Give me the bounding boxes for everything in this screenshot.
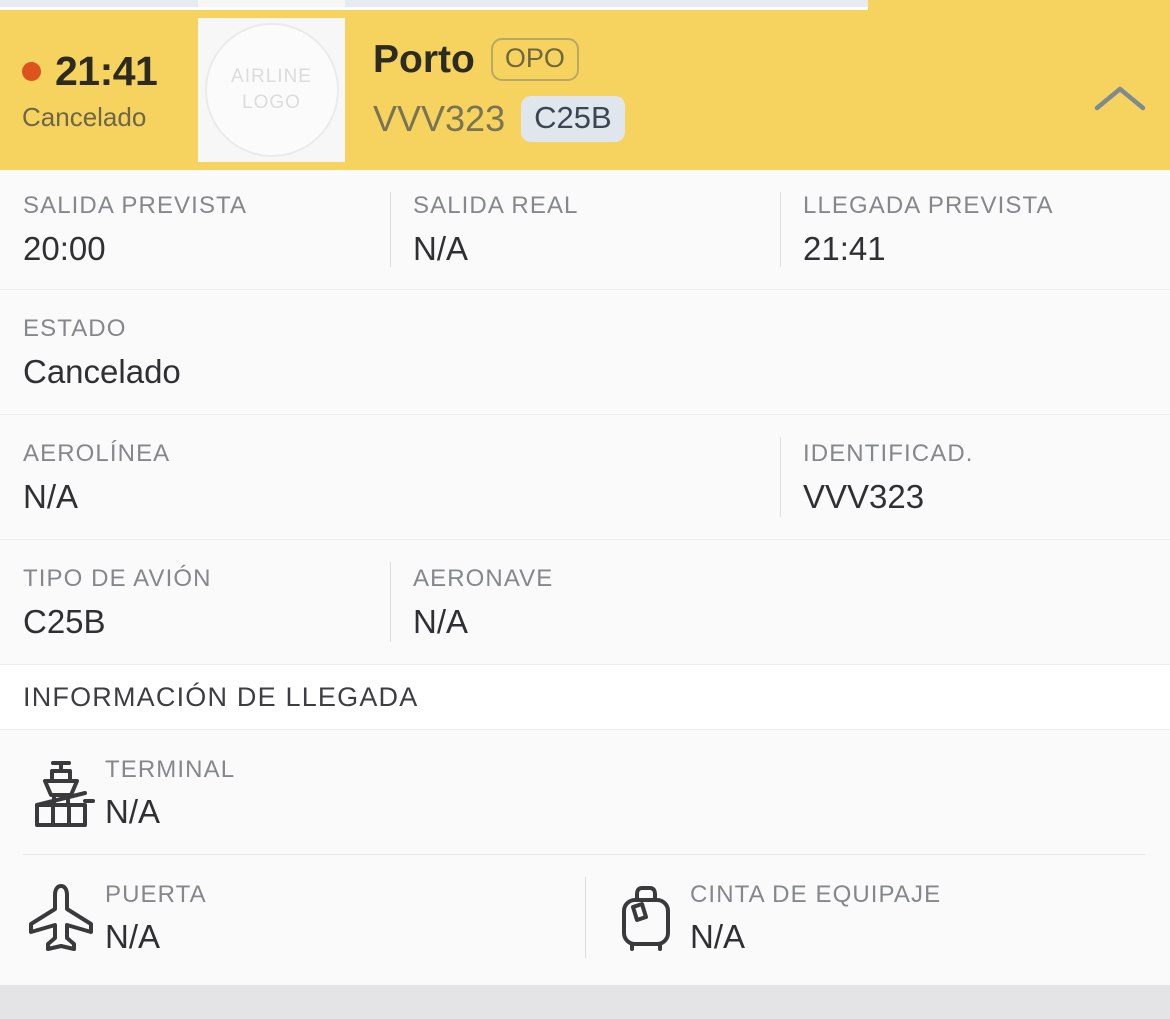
previous-row-peek: [0, 0, 1170, 10]
arrival-info-section-header: INFORMACIÓN DE LLEGADA: [0, 665, 1170, 730]
scheduled-departure-label: SALIDA PREVISTA: [23, 192, 248, 219]
city-name: Porto: [373, 38, 475, 81]
header-flight-line: VVV323 C25B: [373, 96, 1070, 142]
header-main-column: Porto OPO VVV323 C25B: [345, 10, 1070, 170]
gate-baggage-row: PUERTA N/A CINTA DE EQUIPAJE N/A: [0, 855, 1170, 980]
scheduled-departure-value: 20:00: [23, 230, 106, 267]
arrival-time: 21:41: [55, 47, 158, 94]
status-badge: Cancelado: [22, 101, 147, 132]
flight-card: 21:41 Cancelado AIRLINE LOGO Porto OPO V…: [0, 10, 1170, 985]
control-tower-icon: [35, 760, 95, 827]
peek-segment: [345, 0, 868, 7]
collapse-button[interactable]: [1070, 10, 1170, 170]
iata-code-badge: OPO: [490, 38, 579, 81]
actual-departure-cell: SALIDA REAL N/A: [390, 170, 780, 289]
aircraft-type-label: TIPO DE AVIÓN: [23, 564, 212, 592]
terminal-icon-wrap: [23, 755, 105, 831]
baggage-texts: CINTA DE EQUIPAJE N/A: [690, 880, 942, 955]
logo-placeholder-line2: LOGO: [242, 92, 301, 113]
airline-cell: AEROLÍNEA N/A: [0, 415, 780, 539]
flight-card-header[interactable]: 21:41 Cancelado AIRLINE LOGO Porto OPO V…: [0, 10, 1170, 170]
logo-placeholder-line1: AIRLINE: [231, 66, 312, 88]
airline-row: AEROLÍNEA N/A IDENTIFICAD. VVV323: [0, 415, 1170, 540]
card-bottom-edge: [0, 980, 1170, 985]
baggage-cell: CINTA DE EQUIPAJE N/A: [585, 855, 1170, 980]
header-time-line: 21:41: [22, 47, 198, 94]
baggage-label: CINTA DE EQUIPAJE: [690, 880, 942, 908]
baggage-value: N/A: [690, 917, 746, 955]
identifier-label: IDENTIFICAD.: [803, 439, 974, 467]
chevron-up-icon: [1094, 86, 1146, 111]
status-row: ESTADO Cancelado: [0, 290, 1170, 415]
aircraft-row: TIPO DE AVIÓN C25B AERONAVE N/A: [0, 540, 1170, 665]
suitcase-icon: [622, 885, 670, 951]
terminal-cell: TERMINAL N/A: [0, 730, 1170, 855]
actual-departure-label: SALIDA REAL: [413, 192, 579, 219]
peek-segment: [0, 0, 198, 7]
aircraft-type-value: C25B: [23, 602, 106, 640]
header-city-line: Porto OPO: [373, 38, 1070, 81]
terminal-row: TERMINAL N/A: [0, 730, 1170, 855]
gate-texts: PUERTA N/A: [105, 880, 207, 955]
status-cell: ESTADO Cancelado: [0, 290, 1170, 414]
status-label: ESTADO: [23, 314, 127, 342]
airplane-icon: [29, 883, 93, 951]
baggage-icon-wrap: [608, 880, 690, 956]
aircraft-registration-value: N/A: [413, 602, 469, 640]
gate-value: N/A: [105, 917, 161, 955]
aircraft-registration-cell: AERONAVE N/A: [390, 540, 1170, 664]
peek-segment: [868, 0, 1170, 10]
terminal-value: N/A: [105, 792, 161, 830]
status-value: Cancelado: [23, 352, 181, 390]
actual-departure-value: N/A: [413, 230, 469, 267]
gate-icon-wrap: [23, 880, 105, 956]
scheduled-arrival-label: LLEGADA PREVISTA: [803, 192, 1054, 219]
airline-logo-box: AIRLINE LOGO: [198, 18, 345, 162]
terminal-texts: TERMINAL N/A: [105, 755, 236, 830]
scheduled-arrival-value: 21:41: [803, 230, 886, 267]
gate-label: PUERTA: [105, 880, 207, 908]
scheduled-arrival-cell: LLEGADA PREVISTA 21:41: [780, 170, 1170, 289]
airline-value: N/A: [23, 477, 79, 515]
airline-logo-placeholder: AIRLINE LOGO: [204, 23, 339, 157]
terminal-label: TERMINAL: [105, 755, 236, 783]
peek-segment: [198, 0, 345, 7]
aircraft-type-cell: TIPO DE AVIÓN C25B: [0, 540, 390, 664]
status-dot-icon: [22, 61, 41, 81]
flight-number: VVV323: [373, 98, 506, 139]
identifier-value: VVV323: [803, 477, 925, 515]
scheduled-departure-cell: SALIDA PREVISTA 20:00: [0, 170, 390, 289]
flight-detail-screen: 21:41 Cancelado AIRLINE LOGO Porto OPO V…: [0, 0, 1170, 1019]
airline-label: AEROLÍNEA: [23, 439, 171, 467]
header-time-column: 21:41 Cancelado: [0, 10, 198, 170]
arrival-info-title: INFORMACIÓN DE LLEGADA: [23, 681, 419, 712]
aircraft-code-badge: C25B: [521, 96, 625, 142]
aircraft-registration-label: AERONAVE: [413, 564, 554, 592]
identifier-cell: IDENTIFICAD. VVV323: [780, 415, 1170, 539]
times-row: SALIDA PREVISTA 20:00 SALIDA REAL N/A LL…: [0, 170, 1170, 290]
gate-cell: PUERTA N/A: [0, 855, 585, 980]
